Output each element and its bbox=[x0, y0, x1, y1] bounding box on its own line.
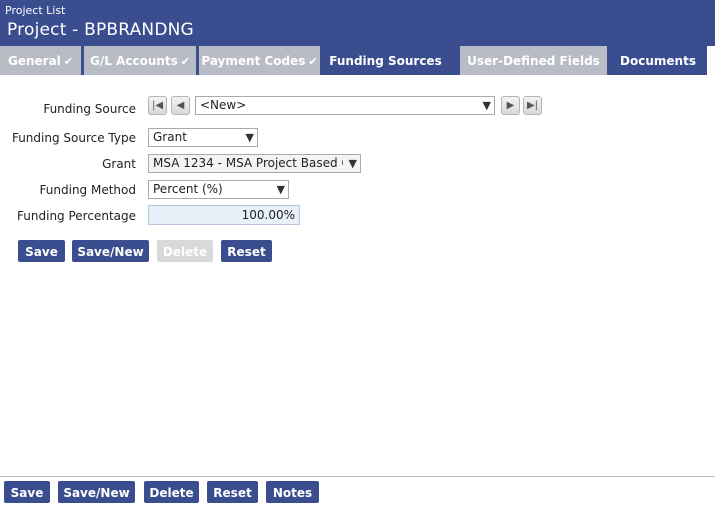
funding-source-select[interactable]: <New> ▼ bbox=[195, 96, 495, 115]
first-record-icon: |◀ bbox=[151, 100, 164, 111]
footer-reset-button[interactable]: Reset bbox=[207, 481, 258, 503]
save-button[interactable]: Save bbox=[18, 240, 65, 262]
funding-method-value: Percent (%) bbox=[153, 182, 223, 196]
chevron-down-icon: ▼ bbox=[245, 131, 254, 144]
footer-save-button[interactable]: Save bbox=[4, 481, 50, 503]
tab-user-defined-fields[interactable]: User-Defined Fields bbox=[460, 46, 607, 75]
last-record-icon: ▶| bbox=[526, 100, 539, 111]
funding-method-label: Funding Method bbox=[39, 183, 136, 197]
first-record-button[interactable]: |◀ bbox=[148, 96, 167, 115]
app-header: Project List Project - BPBRANDNG bbox=[0, 0, 715, 46]
funding-method-select[interactable]: Percent (%) ▼ bbox=[148, 180, 289, 199]
tab-funding-sources-label: Funding Sources bbox=[329, 54, 442, 68]
breadcrumb-project-list[interactable]: Project List bbox=[5, 4, 65, 17]
previous-record-icon: ◀ bbox=[176, 100, 185, 111]
save-new-button[interactable]: Save/New bbox=[72, 240, 149, 262]
check-icon: ✔ bbox=[180, 55, 190, 68]
chevron-down-icon: ▼ bbox=[276, 183, 285, 196]
last-record-button[interactable]: ▶| bbox=[523, 96, 542, 115]
funding-source-value: <New> bbox=[200, 98, 247, 112]
grant-select[interactable]: MSA 1234 - MSA Project Based Grant ▼ bbox=[148, 154, 361, 173]
footer-delete-button[interactable]: Delete bbox=[144, 481, 199, 503]
grant-label: Grant bbox=[102, 157, 136, 171]
next-record-icon: ▶ bbox=[506, 100, 515, 111]
tab-payment-codes-label: Payment Codes bbox=[201, 54, 306, 68]
check-icon: ✔ bbox=[308, 55, 318, 68]
chevron-down-icon: ▼ bbox=[348, 155, 357, 172]
tab-user-defined-fields-label: User-Defined Fields bbox=[467, 54, 600, 68]
tab-payment-codes[interactable]: Payment Codes ✔ bbox=[199, 46, 320, 75]
chevron-down-icon: ▼ bbox=[482, 99, 491, 112]
tab-documents[interactable]: Documents bbox=[609, 46, 707, 75]
check-icon: ✔ bbox=[63, 55, 74, 68]
grant-value: MSA 1234 - MSA Project Based Grant bbox=[153, 156, 343, 170]
tab-documents-label: Documents bbox=[620, 54, 696, 68]
tab-gl-accounts[interactable]: G/L Accounts ✔ bbox=[84, 46, 196, 75]
funding-percentage-label: Funding Percentage bbox=[17, 209, 136, 223]
funding-source-type-select[interactable]: Grant ▼ bbox=[148, 128, 258, 147]
tab-bar-edge bbox=[707, 46, 715, 75]
footer-divider bbox=[0, 476, 715, 477]
funding-source-type-label: Funding Source Type bbox=[11, 131, 136, 145]
footer-save-new-button[interactable]: Save/New bbox=[58, 481, 135, 503]
tab-general-label: General bbox=[7, 54, 61, 68]
notes-button[interactable]: Notes bbox=[266, 481, 319, 503]
funding-source-type-value: Grant bbox=[153, 130, 187, 144]
tab-bar: General ✔ G/L Accounts ✔ Payment Codes ✔ Fu… bbox=[0, 46, 715, 75]
previous-record-button[interactable]: ◀ bbox=[171, 96, 190, 115]
tab-funding-sources[interactable]: Funding Sources bbox=[323, 46, 448, 75]
tab-gl-accounts-label: G/L Accounts bbox=[90, 54, 178, 68]
funding-source-label: Funding Source bbox=[43, 102, 136, 116]
delete-button[interactable]: Delete bbox=[157, 240, 213, 262]
next-record-button[interactable]: ▶ bbox=[501, 96, 520, 115]
reset-button[interactable]: Reset bbox=[221, 240, 272, 262]
tab-general[interactable]: General ✔ bbox=[0, 46, 81, 75]
page-title: Project - BPBRANDNG bbox=[7, 20, 194, 40]
funding-percentage-input[interactable]: 100.00% bbox=[148, 205, 300, 225]
